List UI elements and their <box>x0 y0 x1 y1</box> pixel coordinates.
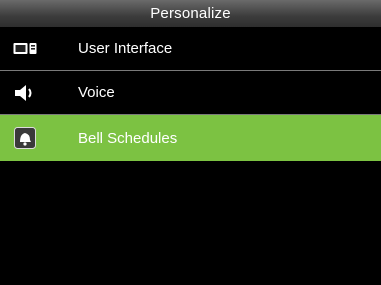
menu-item-voice[interactable]: Voice <box>0 71 381 115</box>
menu-item-label: Bell Schedules <box>78 129 178 147</box>
menu-item-label: User Interface <box>78 40 173 57</box>
bell-icon <box>12 125 38 151</box>
device-screen: Personalize User Interface Voice Bell Sc… <box>0 0 381 285</box>
monitor-icon <box>12 36 38 62</box>
personalize-menu: User Interface Voice Bell Schedules <box>0 27 381 161</box>
menu-item-user-interface[interactable]: User Interface <box>0 27 381 71</box>
speaker-icon <box>12 80 38 106</box>
page-title: Personalize <box>0 0 381 27</box>
menu-item-label: Voice <box>78 84 115 101</box>
menu-item-bell-schedules[interactable]: Bell Schedules <box>0 115 381 161</box>
